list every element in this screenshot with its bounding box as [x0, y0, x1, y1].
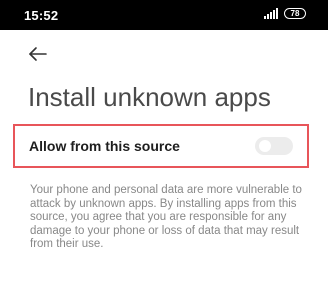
- signal-icon: [264, 8, 278, 19]
- battery-icon: 78: [284, 8, 306, 19]
- allow-from-this-source-row[interactable]: Allow from this source: [13, 124, 309, 168]
- status-icons: 78: [264, 8, 306, 19]
- back-button[interactable]: [26, 44, 50, 64]
- status-bar: 15:52 78: [0, 0, 328, 30]
- setting-label: Allow from this source: [29, 138, 180, 154]
- warning-description: Your phone and personal data are more vu…: [30, 184, 302, 251]
- page-title: Install unknown apps: [28, 82, 271, 112]
- toggle-knob: [259, 140, 271, 152]
- arrow-left-icon: [29, 47, 47, 61]
- battery-level: 78: [290, 9, 300, 18]
- allow-source-toggle[interactable]: [255, 137, 293, 155]
- status-time: 15:52: [24, 8, 59, 23]
